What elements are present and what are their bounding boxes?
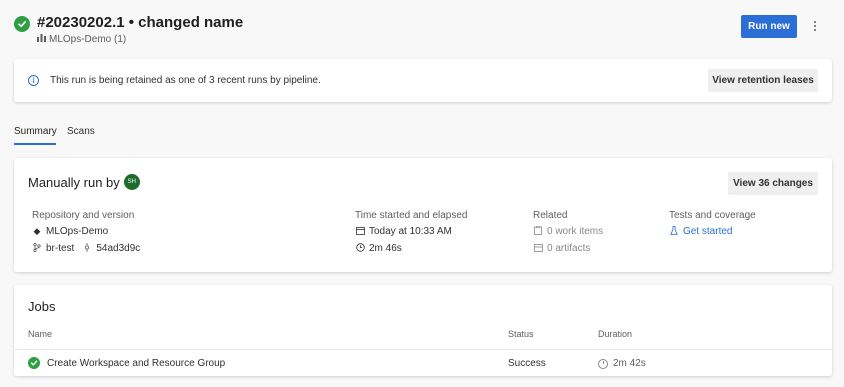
elapsed-time: 2m 46s — [369, 243, 402, 254]
artifact-icon — [533, 243, 543, 254]
pipeline-name: MLOps-Demo (1) — [49, 34, 127, 45]
retention-message: This run is being retained as one of 3 r… — [50, 75, 321, 86]
jobs-card: Jobs Name Status Duration Create Workspa… — [14, 285, 832, 376]
run-new-button[interactable]: Run new — [741, 15, 797, 38]
job-status: Success — [508, 358, 546, 369]
run-title: #20230202.1 • changed name — [37, 14, 244, 31]
info-icon: i — [28, 75, 39, 86]
repo-version-label: Repository and version — [32, 210, 135, 221]
start-time-row: Today at 10:33 AM — [355, 226, 452, 237]
pipeline-icon — [37, 34, 46, 45]
divider — [14, 349, 832, 350]
time-label: Time started and elapsed — [355, 210, 468, 221]
retention-banner: i This run is being retained as one of 3… — [14, 59, 832, 102]
related-label: Related — [533, 210, 568, 221]
commit-hash[interactable]: 54ad3d9c — [96, 243, 140, 254]
view-retention-leases-button[interactable]: View retention leases — [708, 69, 818, 92]
active-tab-indicator — [14, 143, 56, 145]
job-duration: 2m 42s — [613, 358, 646, 369]
job-success-icon — [28, 357, 40, 369]
artifacts-count: 0 artifacts — [547, 243, 591, 254]
get-started-text: Get started — [683, 226, 733, 237]
tab-summary[interactable]: Summary — [14, 126, 57, 137]
jobs-title: Jobs — [28, 299, 56, 314]
job-duration-row: 2m 42s — [598, 358, 646, 369]
duration-clock-icon — [598, 358, 608, 369]
tab-scans[interactable]: Scans — [67, 126, 95, 137]
avatar[interactable]: SH — [123, 174, 140, 190]
work-items-count: 0 work items — [547, 226, 604, 237]
artifacts-row[interactable]: 0 artifacts — [533, 243, 590, 254]
repo-icon: ◆ — [33, 226, 41, 236]
summary-card: Manually run by SH View 36 changes Repos… — [14, 158, 832, 272]
calendar-icon — [355, 226, 365, 237]
column-header-name: Name — [28, 329, 53, 339]
run-trigger-heading: Manually run by SH — [28, 174, 140, 190]
pipeline-link[interactable]: MLOps-Demo (1) — [37, 34, 126, 45]
branch-icon — [32, 242, 42, 254]
tests-label: Tests and coverage — [669, 210, 756, 221]
work-items-row[interactable]: 0 work items — [533, 225, 604, 237]
branch-commit-row: br-test 54ad3d9c — [32, 242, 140, 254]
run-success-icon — [14, 16, 30, 32]
more-actions-icon[interactable] — [808, 17, 822, 35]
view-changes-button[interactable]: View 36 changes — [728, 172, 818, 195]
job-name-link[interactable]: Create Workspace and Resource Group — [47, 358, 225, 369]
elapsed-row: 2m 46s — [355, 243, 402, 254]
repo-link[interactable]: ◆ MLOps-Demo — [32, 226, 109, 237]
work-item-icon — [533, 225, 543, 237]
get-started-link[interactable]: Get started — [669, 226, 732, 237]
repo-name: MLOps-Demo — [46, 226, 109, 237]
commit-icon — [82, 243, 92, 254]
column-header-status: Status — [508, 329, 534, 339]
flask-icon — [669, 226, 679, 237]
branch-name[interactable]: br-test — [46, 243, 74, 254]
column-header-duration: Duration — [598, 329, 633, 339]
manually-run-label: Manually run by — [28, 174, 120, 190]
start-time: Today at 10:33 AM — [369, 226, 452, 237]
clock-icon — [355, 243, 365, 254]
